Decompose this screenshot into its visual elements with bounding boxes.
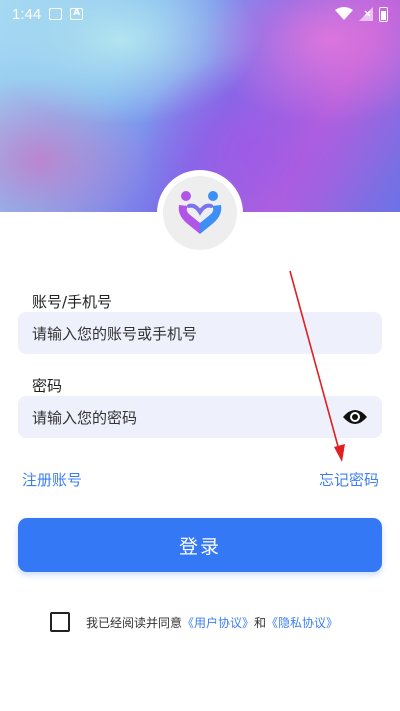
battery-icon [379, 6, 388, 22]
privacy-agreement-link[interactable]: 《隐私协议》 [266, 614, 338, 631]
password-label: 密码 [32, 377, 63, 395]
agreement-and: 和 [254, 615, 267, 630]
image-icon [49, 8, 63, 20]
status-time: 1:44 [12, 5, 42, 23]
status-bar: 1:44 A [0, 0, 400, 28]
password-placeholder: 请输入您的密码 [32, 408, 138, 427]
agreement-prefix: 我已经阅读并同意 [86, 615, 183, 630]
eye-icon[interactable] [342, 407, 368, 427]
account-input[interactable]: 请输入您的账号或手机号 [18, 312, 382, 354]
signal-icon [359, 7, 373, 21]
register-link[interactable]: 注册账号 [22, 469, 82, 490]
forgot-password-link[interactable]: 忘记密码 [319, 469, 379, 490]
app-logo [157, 170, 243, 256]
account-placeholder: 请输入您的账号或手机号 [32, 324, 198, 343]
logo-badge [163, 176, 237, 250]
status-right-icons [335, 6, 388, 22]
annotation-arrow-head [334, 444, 345, 462]
agreement-row: 我已经阅读并同意 《用户协议》 和 《隐私协议》 [50, 611, 338, 633]
password-input[interactable]: 请输入您的密码 [18, 396, 382, 438]
couple-heart-logo-icon [178, 191, 222, 234]
login-button[interactable]: 登录 [18, 518, 382, 572]
a-letter-icon: A [70, 8, 84, 20]
wifi-icon [335, 7, 353, 20]
user-agreement-link[interactable]: 《用户协议》 [182, 614, 254, 631]
account-label: 账号/手机号 [32, 293, 113, 311]
agreement-checkbox[interactable] [50, 612, 70, 632]
